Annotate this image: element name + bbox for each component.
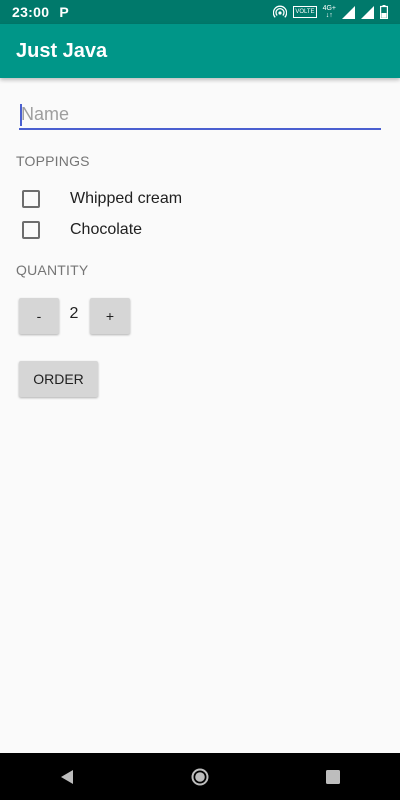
navigation-bar [0,753,400,800]
app-title: Just Java [16,39,108,62]
whipped-cream-row[interactable]: Whipped cream [22,190,182,208]
whipped-cream-checkbox[interactable] [22,190,40,208]
home-icon [191,768,209,785]
status-icons: VOLTE 4G+ ↓↑ [273,5,388,19]
network-type-label: 4G+ [322,5,336,12]
status-bar: 23:00 P VOLTE 4G+ ↓↑ [0,0,400,24]
quantity-label: QUANTITY [16,262,89,278]
chocolate-checkbox[interactable] [22,221,40,239]
back-icon [60,769,73,784]
chocolate-row[interactable]: Chocolate [22,221,142,239]
home-button[interactable] [180,757,220,797]
order-button[interactable]: ORDER [19,361,98,397]
app-bar: Just Java [0,24,400,78]
volte-icon: VOLTE [293,6,317,18]
hotspot-icon [273,5,288,19]
battery-icon [380,5,388,19]
whipped-cream-label[interactable]: Whipped cream [70,190,182,208]
network-type-icon: 4G+ ↓↑ [322,5,336,19]
status-time: 23:00 [12,4,50,20]
recents-button[interactable] [313,757,353,797]
signal-icon-2 [361,5,374,19]
back-button[interactable] [47,757,87,797]
text-cursor [20,104,22,126]
decrement-button[interactable]: - [19,298,59,334]
quantity-value: 2 [69,305,79,322]
name-input[interactable] [19,100,381,130]
recents-icon [326,769,341,784]
app-screen: 23:00 P VOLTE 4G+ ↓↑ Just Java Name TOPP… [0,0,400,800]
signal-icon-1 [342,5,355,19]
increment-button[interactable]: + [90,298,130,334]
volte-label: VOLTE [295,8,315,15]
toppings-label: TOPPINGS [16,153,90,169]
chocolate-label[interactable]: Chocolate [70,221,142,239]
notification-p-icon: P [59,4,69,20]
